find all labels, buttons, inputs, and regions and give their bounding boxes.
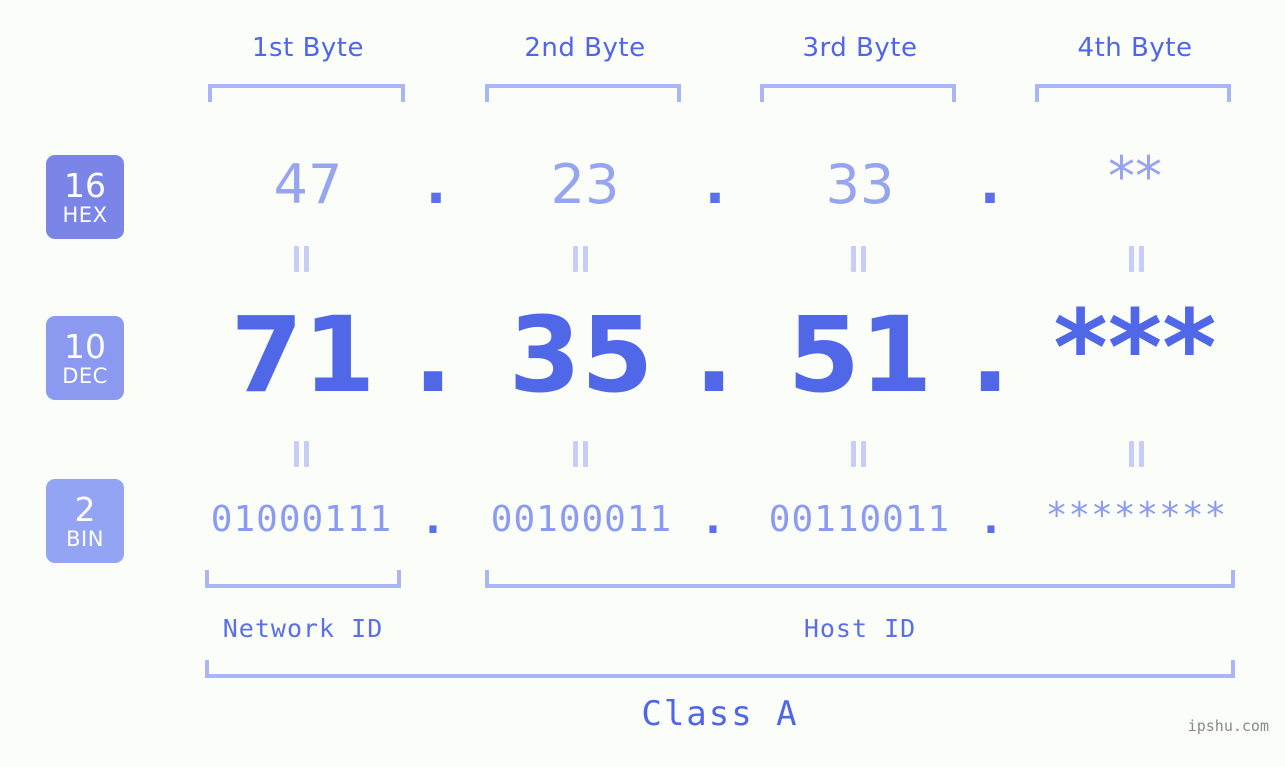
- byte-bracket-2: [485, 84, 681, 102]
- equals-separator-4: [1126, 246, 1146, 272]
- byte-header-1: 1st Byte: [252, 33, 364, 63]
- bin-byte-1: 01000111: [210, 499, 393, 540]
- byte-bracket-1: [208, 84, 405, 102]
- hex-separator-1: .: [425, 153, 447, 216]
- hex-byte-2: 23: [550, 153, 620, 216]
- equals-separator-6: [570, 441, 590, 467]
- bin-byte-4: ********: [1045, 495, 1228, 536]
- dec-byte-1: 71: [230, 294, 376, 416]
- ip-address-breakdown-diagram: 1st Byte 2nd Byte 3rd Byte 4th Byte 16 H…: [0, 0, 1285, 767]
- bin-byte-3: 00110011: [768, 499, 951, 540]
- radix-badge-dec-word: DEC: [62, 363, 108, 388]
- radix-badge-dec: 10 DEC: [46, 316, 124, 400]
- bin-separator-2: .: [705, 497, 721, 543]
- host-id-bracket: [485, 570, 1235, 588]
- class-label: Class A: [641, 694, 799, 734]
- bin-separator-1: .: [425, 497, 441, 543]
- network-id-bracket: [205, 570, 401, 588]
- dec-separator-3: .: [970, 294, 1010, 416]
- byte-bracket-4: [1035, 84, 1231, 102]
- host-id-label: Host ID: [803, 614, 917, 643]
- equals-separator-8: [1126, 441, 1146, 467]
- hex-byte-1: 47: [273, 153, 343, 216]
- radix-badge-hex: 16 HEX: [46, 155, 124, 239]
- radix-badge-dec-number: 10: [64, 326, 106, 366]
- dec-byte-4: ***: [1053, 287, 1217, 409]
- dec-byte-2: 35: [508, 294, 654, 416]
- bin-separator-3: .: [983, 497, 999, 543]
- equals-separator-1: [291, 246, 311, 272]
- hex-separator-2: .: [704, 153, 726, 216]
- dec-byte-3: 51: [787, 294, 933, 416]
- byte-header-4: 4th Byte: [1077, 33, 1193, 63]
- radix-badge-hex-word: HEX: [62, 202, 108, 227]
- radix-badge-bin-number: 2: [74, 489, 96, 529]
- equals-separator-5: [291, 441, 311, 467]
- equals-separator-3: [848, 246, 868, 272]
- radix-badge-hex-number: 16: [64, 165, 106, 205]
- hex-separator-3: .: [979, 153, 1001, 216]
- hex-byte-3: 33: [825, 153, 895, 216]
- hex-byte-4: **: [1108, 145, 1162, 208]
- radix-badge-bin: 2 BIN: [46, 479, 124, 563]
- equals-separator-2: [570, 246, 590, 272]
- network-id-label: Network ID: [222, 614, 384, 643]
- class-bracket: [205, 660, 1235, 678]
- bin-byte-2: 00100011: [490, 499, 673, 540]
- byte-bracket-3: [760, 84, 956, 102]
- dec-separator-1: .: [413, 294, 453, 416]
- watermark: ipshu.com: [1187, 717, 1269, 735]
- radix-badge-bin-word: BIN: [66, 526, 104, 551]
- dec-separator-2: .: [694, 294, 734, 416]
- byte-header-2: 2nd Byte: [524, 33, 646, 63]
- equals-separator-7: [848, 441, 868, 467]
- byte-header-3: 3rd Byte: [802, 33, 918, 63]
